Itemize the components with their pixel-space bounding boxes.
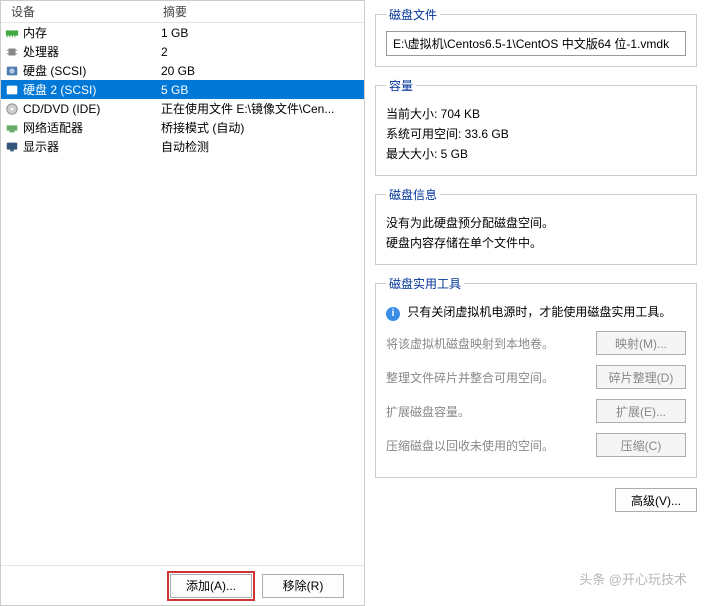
device-label: CD/DVD (IDE) [23, 102, 161, 116]
capacity-free: 系统可用空间: 33.6 GB [386, 125, 686, 142]
memory-icon [1, 26, 23, 40]
device-label: 处理器 [23, 43, 161, 60]
cd-icon [1, 102, 23, 116]
device-label: 硬盘 2 (SCSI) [23, 81, 161, 98]
disk-info-legend: 磁盘信息 [386, 186, 440, 203]
capacity-group: 容量 当前大小: 704 KB 系统可用空间: 33.6 GB 最大大小: 5 … [375, 77, 697, 176]
device-summary: 2 [161, 45, 364, 59]
utility-desc: 将该虚拟机磁盘映射到本地卷。 [386, 335, 596, 352]
device-row[interactable]: 硬盘 2 (SCSI)5 GB [1, 80, 364, 99]
info-icon: i [386, 307, 400, 321]
capacity-current: 当前大小: 704 KB [386, 105, 686, 122]
utility-row: 压缩磁盘以回收未使用的空间。压缩(C) [386, 433, 686, 457]
details-panel: 磁盘文件 E:\虚拟机\Centos6.5-1\CentOS 中文版64 位-1… [365, 0, 707, 606]
device-list[interactable]: 内存1 GB处理器2硬盘 (SCSI)20 GB硬盘 2 (SCSI)5 GBC… [1, 23, 364, 565]
disk-info-line1: 没有为此硬盘预分配磁盘空间。 [386, 214, 686, 231]
disk-file-path[interactable]: E:\虚拟机\Centos6.5-1\CentOS 中文版64 位-1.vmdk [386, 31, 686, 56]
device-summary: 1 GB [161, 26, 364, 40]
remove-button[interactable]: 移除(R) [262, 574, 344, 598]
utility-row: 将该虚拟机磁盘映射到本地卷。映射(M)... [386, 331, 686, 355]
utility-button[interactable]: 扩展(E)... [596, 399, 686, 423]
capacity-max: 最大大小: 5 GB [386, 145, 686, 162]
device-summary: 自动检测 [161, 138, 364, 155]
utility-row: 整理文件碎片并整合可用空间。碎片整理(D) [386, 365, 686, 389]
device-summary: 5 GB [161, 83, 364, 97]
disk-file-legend: 磁盘文件 [386, 6, 440, 23]
disk-info-group: 磁盘信息 没有为此硬盘预分配磁盘空间。 硬盘内容存储在单个文件中。 [375, 186, 697, 265]
device-row[interactable]: CD/DVD (IDE)正在使用文件 E:\镜像文件\Cen... [1, 99, 364, 118]
utility-desc: 整理文件碎片并整合可用空间。 [386, 369, 596, 386]
utilities-legend: 磁盘实用工具 [386, 275, 464, 292]
device-label: 网络适配器 [23, 119, 161, 136]
device-row[interactable]: 硬盘 (SCSI)20 GB [1, 61, 364, 80]
hardware-list-panel: 设备 摘要 内存1 GB处理器2硬盘 (SCSI)20 GB硬盘 2 (SCSI… [0, 0, 365, 606]
disk-utilities-group: 磁盘实用工具 i 只有关闭虚拟机电源时，才能使用磁盘实用工具。 将该虚拟机磁盘映… [375, 275, 697, 478]
device-button-bar: 添加(A)... 移除(R) [1, 565, 364, 605]
header-summary: 摘要 [161, 3, 364, 20]
utility-button[interactable]: 映射(M)... [596, 331, 686, 355]
list-header-row: 设备 摘要 [1, 1, 364, 23]
monitor-icon [1, 140, 23, 154]
disk-info-line2: 硬盘内容存储在单个文件中。 [386, 234, 686, 251]
cpu-icon [1, 45, 23, 59]
utilities-tip-row: i 只有关闭虚拟机电源时，才能使用磁盘实用工具。 [386, 303, 686, 321]
utility-button[interactable]: 压缩(C) [596, 433, 686, 457]
device-summary: 桥接模式 (自动) [161, 119, 364, 136]
device-row[interactable]: 内存1 GB [1, 23, 364, 42]
header-device: 设备 [1, 3, 161, 20]
add-button[interactable]: 添加(A)... [170, 574, 252, 598]
advanced-button[interactable]: 高级(V)... [615, 488, 697, 512]
device-summary: 正在使用文件 E:\镜像文件\Cen... [161, 100, 364, 117]
device-summary: 20 GB [161, 64, 364, 78]
utilities-tip: 只有关闭虚拟机电源时，才能使用磁盘实用工具。 [407, 305, 671, 319]
disk-icon [1, 83, 23, 97]
watermark-text: 头条 @开心玩技术 [579, 569, 687, 588]
disk-file-group: 磁盘文件 E:\虚拟机\Centos6.5-1\CentOS 中文版64 位-1… [375, 6, 697, 67]
device-row[interactable]: 显示器自动检测 [1, 137, 364, 156]
utility-desc: 扩展磁盘容量。 [386, 403, 596, 420]
device-row[interactable]: 网络适配器桥接模式 (自动) [1, 118, 364, 137]
device-row[interactable]: 处理器2 [1, 42, 364, 61]
utility-row: 扩展磁盘容量。扩展(E)... [386, 399, 686, 423]
utility-desc: 压缩磁盘以回收未使用的空间。 [386, 437, 596, 454]
device-label: 显示器 [23, 138, 161, 155]
capacity-legend: 容量 [386, 77, 416, 94]
device-label: 硬盘 (SCSI) [23, 62, 161, 79]
nic-icon [1, 121, 23, 135]
utility-button[interactable]: 碎片整理(D) [596, 365, 686, 389]
device-label: 内存 [23, 24, 161, 41]
disk-icon [1, 64, 23, 78]
